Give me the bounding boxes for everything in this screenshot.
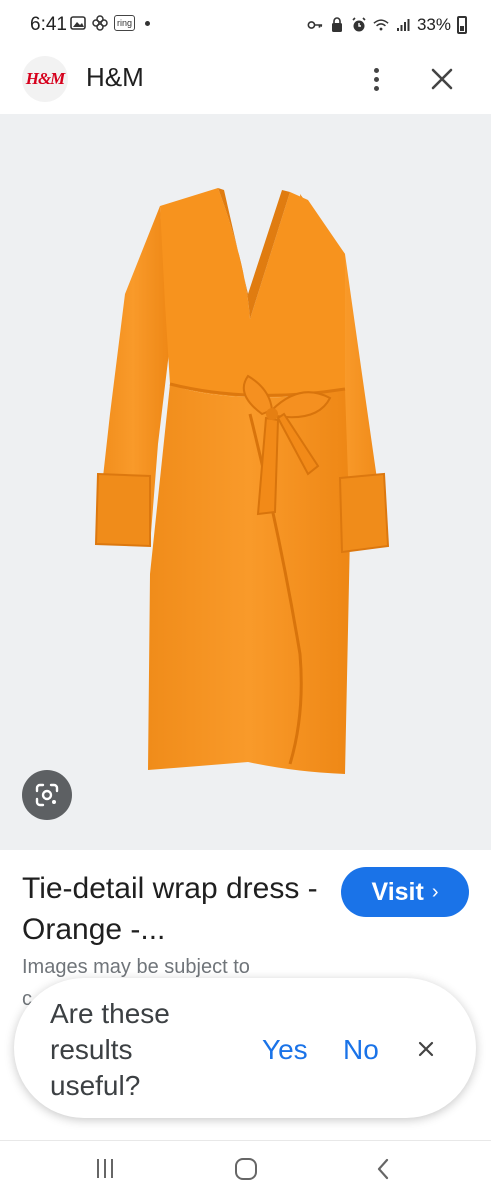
system-nav-bar: [0, 1140, 491, 1200]
key-icon: [307, 17, 323, 33]
home-icon[interactable]: [235, 1158, 257, 1180]
lock-icon: [329, 17, 345, 33]
battery-percentage: 33%: [416, 15, 451, 34]
visit-label: Visit: [371, 877, 424, 906]
app-header: H&M H&M: [0, 52, 491, 114]
site-logo: H&M: [22, 56, 68, 102]
pinwheel-icon: [92, 15, 108, 31]
visit-button[interactable]: Visit ›: [341, 867, 469, 917]
product-title[interactable]: Tie-detail wrap dress - Orange -...: [22, 868, 322, 950]
feedback-yes-button[interactable]: Yes: [262, 1034, 308, 1066]
wifi-icon: [373, 17, 389, 33]
back-icon[interactable]: [374, 1157, 392, 1181]
site-name: H&M: [86, 62, 144, 92]
status-bar: 6:41 ring 33%: [0, 0, 491, 52]
more-options-icon[interactable]: [362, 62, 390, 96]
dress-illustration: [94, 188, 390, 774]
signal-icon: [395, 17, 411, 33]
status-right-icons: 33%: [307, 15, 467, 35]
gallery-icon: [70, 15, 86, 31]
product-image[interactable]: [0, 114, 491, 850]
logo-text: H&M: [25, 69, 66, 88]
feedback-question: Are these results useful?: [50, 998, 170, 1101]
close-icon[interactable]: [416, 1039, 436, 1059]
notification-dot-icon: [145, 20, 151, 26]
ring-app-icon: ring: [114, 15, 136, 31]
feedback-no-button[interactable]: No: [343, 1034, 379, 1066]
alarm-icon: [351, 17, 367, 33]
copyright-disclaimer: Images may be subject to: [22, 956, 250, 978]
close-icon[interactable]: [428, 64, 456, 94]
status-left-icons: ring: [70, 15, 151, 31]
battery-icon: [457, 16, 467, 34]
chevron-right-icon: ›: [431, 880, 439, 903]
recent-apps-icon[interactable]: [97, 1159, 121, 1179]
status-time: 6:41: [30, 14, 67, 35]
google-lens-icon[interactable]: [22, 770, 72, 820]
feedback-popup: Are these results useful? Yes No: [14, 978, 476, 1118]
